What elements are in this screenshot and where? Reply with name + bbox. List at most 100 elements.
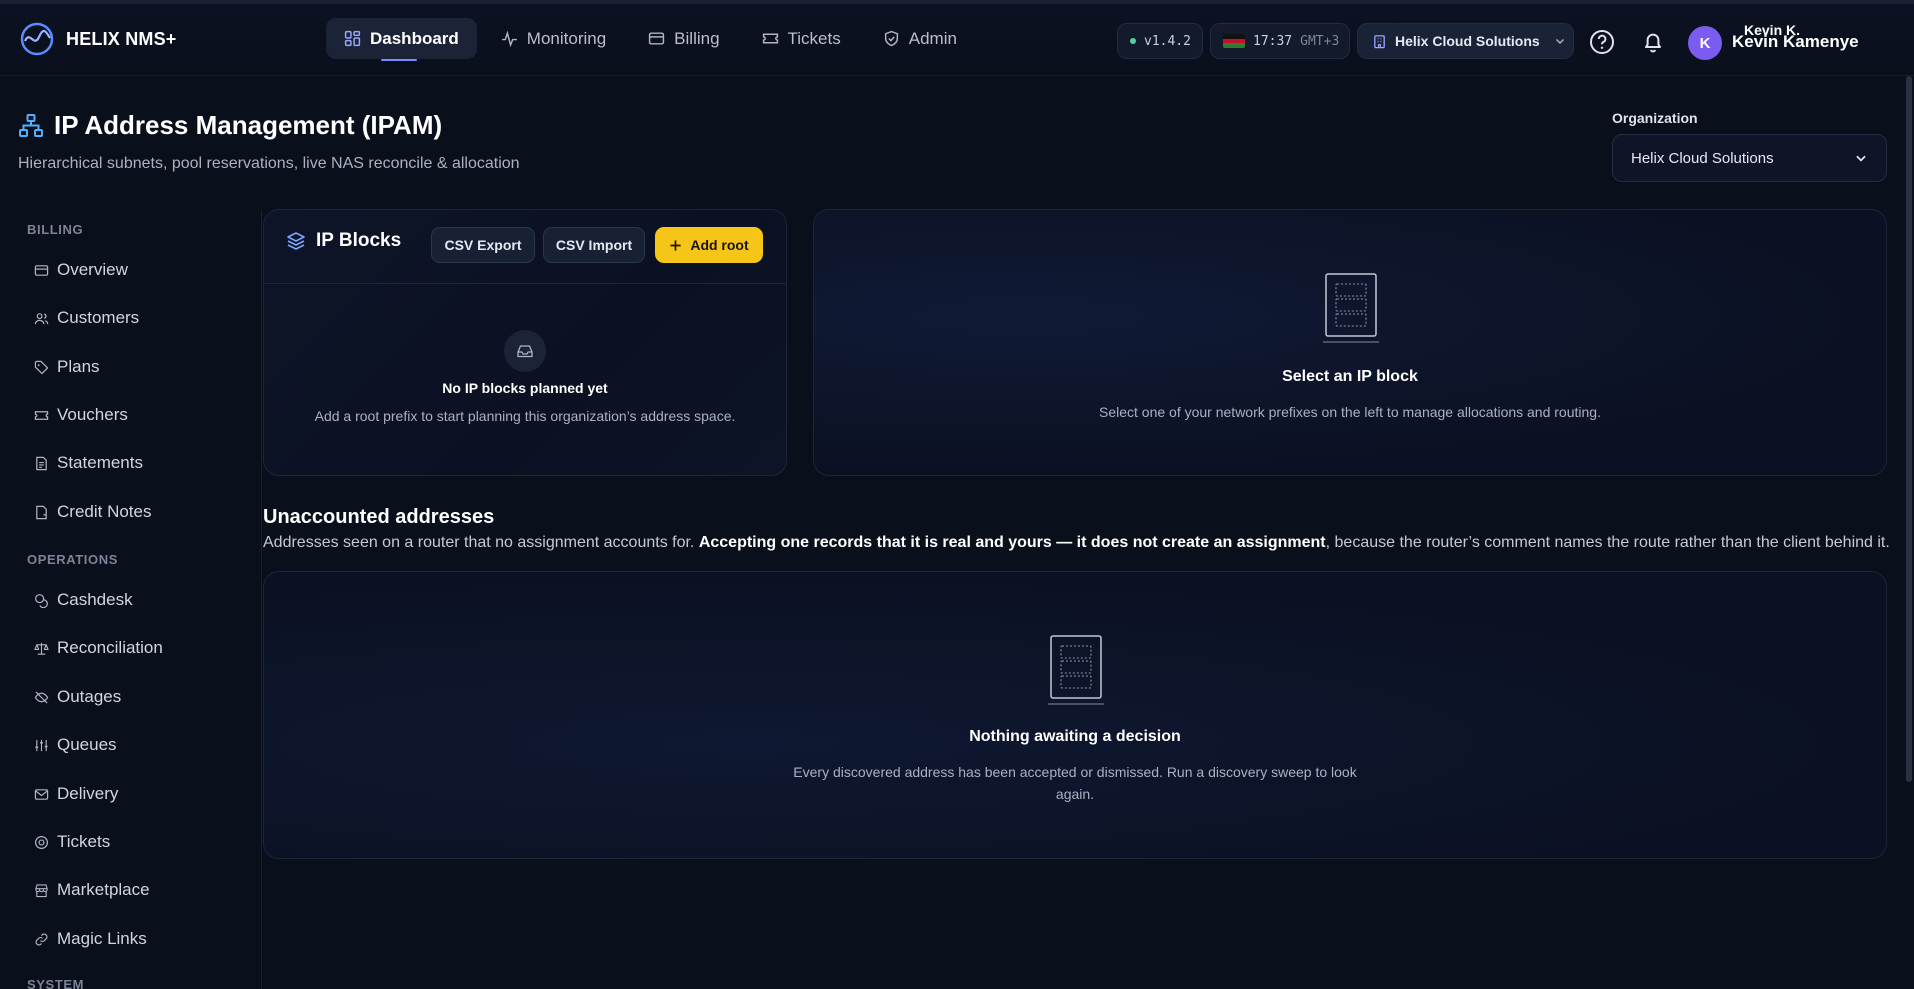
top-bar: HELIX NMS+ Dashboard Monitoring Billing …: [0, 0, 1914, 76]
sidebar-item-reconciliation[interactable]: Reconciliation: [34, 638, 163, 658]
csv-import-button[interactable]: CSV Import: [543, 227, 645, 263]
dashboard-icon: [344, 30, 361, 47]
store-icon: [35, 883, 48, 897]
eye-off-icon: [34, 690, 49, 704]
ip-blocks-empty-text: Add a root prefix to start planning this…: [314, 408, 736, 424]
main-nav: Dashboard Monitoring Billing Tickets Adm…: [326, 18, 975, 61]
avatar[interactable]: K: [1688, 26, 1722, 60]
inbox-icon: [517, 345, 533, 358]
ip-blocks-title: IP Blocks: [316, 230, 402, 251]
nav-tickets-label: Tickets: [787, 28, 841, 48]
unaccounted-empty-text: Every discovered address has been accept…: [793, 764, 1357, 780]
organization-select-value: Helix Cloud Solutions: [1631, 149, 1774, 167]
select-block-title: Select an IP block: [1282, 368, 1418, 385]
brand[interactable]: HELIX NMS+: [20, 22, 177, 56]
nav-tickets[interactable]: Tickets: [744, 18, 859, 59]
organization-select[interactable]: Helix Cloud Solutions: [1612, 134, 1887, 182]
unaccounted-empty-title: Nothing awaiting a decision: [969, 728, 1181, 745]
page-header: IP Address Management (IPAM) Hierarchica…: [18, 110, 520, 173]
server-rack-icon: [1048, 635, 1104, 705]
sidebar: BILLING Overview Customers Plans Voucher…: [0, 210, 262, 989]
sidebar-item-tickets[interactable]: Tickets: [34, 832, 110, 852]
sidebar-item-label: Delivery: [57, 784, 119, 803]
helix-logo-icon: [20, 22, 54, 56]
unaccounted-desc-emphasis: Accepting one records that it is real an…: [698, 534, 1326, 551]
bell-icon[interactable]: [1639, 28, 1667, 56]
nav-admin[interactable]: Admin: [865, 18, 975, 59]
sidebar-item-marketplace[interactable]: Marketplace: [34, 880, 150, 900]
page-scrollbar[interactable]: [1906, 76, 1912, 782]
sidebar-item-outages[interactable]: Outages: [34, 687, 121, 707]
kenya-flag-icon: [1223, 34, 1245, 48]
sidebar-item-delivery[interactable]: Delivery: [34, 784, 118, 804]
sidebar-item-statements[interactable]: Statements: [34, 453, 143, 473]
mail-icon: [34, 788, 49, 800]
sidebar-item-label: Cashdesk: [57, 590, 133, 609]
csv-export-button[interactable]: CSV Export: [431, 227, 535, 263]
coins-icon: [35, 593, 48, 608]
unaccounted-empty-text-2: again.: [1055, 786, 1095, 802]
shield-icon: [884, 30, 898, 47]
sliders-icon: [35, 739, 48, 751]
ip-blocks-card: IP Blocks CSV Export CSV Import Add root…: [263, 209, 787, 476]
ticket-icon: [762, 33, 778, 44]
nav-monitoring[interactable]: Monitoring: [483, 18, 624, 59]
sidebar-item-label: Queues: [57, 735, 117, 754]
ip-blocks-header: IP Blocks CSV Export CSV Import Add root: [264, 210, 786, 284]
sidebar-item-queues[interactable]: Queues: [34, 735, 117, 755]
sidebar-item-plans[interactable]: Plans: [34, 357, 100, 377]
unaccounted-desc-part: , because the router’s comment names the…: [1325, 534, 1890, 551]
sidebar-item-label: Reconciliation: [57, 638, 163, 657]
sidebar-item-label: Vouchers: [57, 405, 128, 424]
sidebar-item-label: Marketplace: [57, 880, 150, 899]
sidebar-item-customers[interactable]: Customers: [34, 308, 139, 328]
organization-label: Organization: [1612, 110, 1698, 126]
add-root-button[interactable]: Add root: [655, 227, 763, 263]
sidebar-section-billing: BILLING: [27, 222, 84, 237]
sidebar-item-cashdesk[interactable]: Cashdesk: [34, 590, 133, 610]
activity-icon: [501, 30, 517, 47]
nav-billing-label: Billing: [674, 28, 720, 48]
nav-admin-label: Admin: [908, 28, 957, 48]
network-hierarchy-icon: [19, 113, 43, 137]
user-short-name: Kevin K.: [1744, 22, 1801, 38]
app-name: HELIX NMS+: [66, 28, 177, 49]
unaccounted-card: Nothing awaiting a decision Every discov…: [263, 571, 1887, 859]
users-icon: [34, 312, 49, 324]
status-dot: [1130, 38, 1136, 44]
select-block-text: Select one of your network prefixes on t…: [1099, 404, 1601, 420]
empty-inbox-badge: [504, 330, 546, 372]
page-subtitle: Hierarchical subnets, pool reservations,…: [18, 155, 520, 172]
nav-dashboard[interactable]: Dashboard: [326, 18, 477, 61]
sidebar-item-label: Overview: [57, 260, 128, 279]
nav-dashboard-label: Dashboard: [370, 28, 459, 48]
version-text: v1.4.2: [1144, 33, 1191, 49]
document-icon: [36, 456, 47, 470]
sidebar-section-operations: OPERATIONS: [27, 552, 118, 567]
tag-icon: [34, 360, 49, 374]
sidebar-item-vouchers[interactable]: Vouchers: [34, 405, 128, 425]
org-switcher[interactable]: Helix Cloud Solutions: [1357, 23, 1574, 59]
nav-billing[interactable]: Billing: [630, 18, 737, 59]
clock-time: 17:37: [1253, 33, 1293, 49]
sidebar-item-label: Plans: [57, 357, 100, 376]
link-icon: [35, 932, 48, 946]
sidebar-item-credit-notes[interactable]: Credit Notes: [34, 502, 151, 522]
page-title: IP Address Management (IPAM): [54, 110, 443, 140]
unaccounted-description: Addresses seen on a router that no assig…: [263, 534, 1890, 552]
sidebar-section-system: SYSTEM: [27, 977, 85, 989]
sidebar-item-overview[interactable]: Overview: [34, 260, 128, 280]
sidebar-item-label: Credit Notes: [57, 502, 152, 521]
file-minus-icon: [36, 505, 47, 519]
sidebar-item-label: Statements: [57, 453, 143, 472]
clock-badge[interactable]: 17:37 GMT+3: [1210, 23, 1350, 59]
version-badge[interactable]: v1.4.2: [1117, 23, 1203, 59]
server-rack-icon: [1323, 273, 1379, 343]
sidebar-item-label: Magic Links: [57, 929, 147, 948]
lifebuoy-icon: [34, 835, 49, 849]
unaccounted-title: Unaccounted addresses: [263, 506, 495, 528]
sidebar-item-label: Customers: [57, 308, 140, 327]
add-root-label: Add root: [690, 237, 749, 253]
help-icon[interactable]: [1588, 28, 1616, 56]
sidebar-item-magic-links[interactable]: Magic Links: [34, 929, 147, 949]
